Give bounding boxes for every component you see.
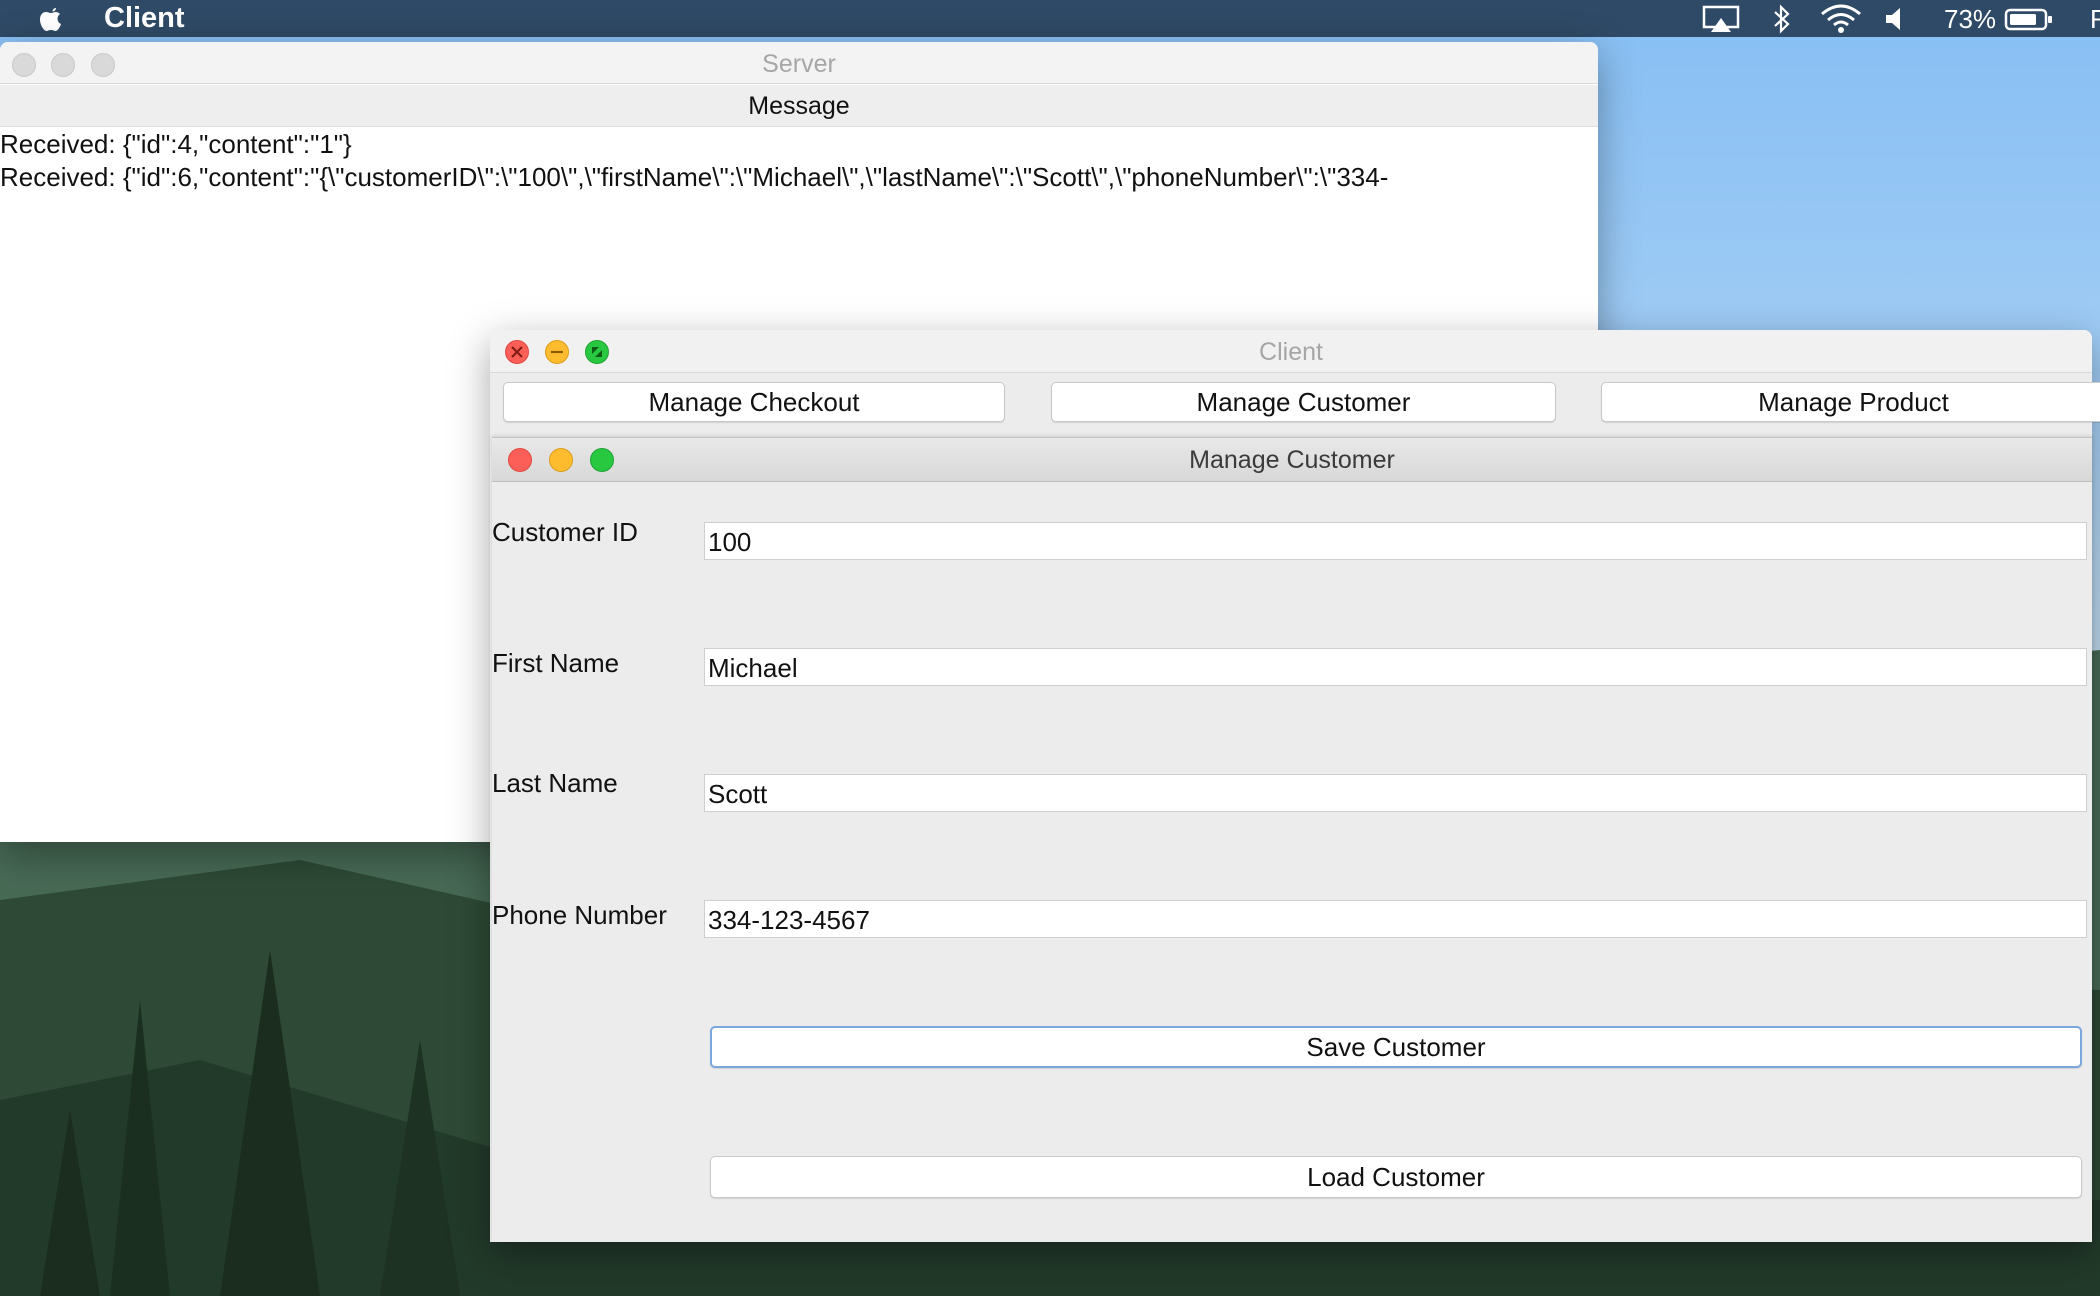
- close-button[interactable]: [505, 340, 529, 364]
- client-window: Client Manage Checkout Manage Customer M…: [490, 330, 2100, 1242]
- close-button[interactable]: [508, 448, 532, 472]
- minimize-button[interactable]: [545, 340, 569, 364]
- log-line: Received: {"id":6,"content":"{\"customer…: [0, 162, 1389, 192]
- phone-number-input[interactable]: [704, 900, 2087, 938]
- wifi-icon[interactable]: [1820, 4, 1862, 34]
- active-app-name[interactable]: Client: [104, 2, 185, 35]
- minimize-button[interactable]: [549, 448, 573, 472]
- volume-icon[interactable]: [1884, 4, 1908, 34]
- manage-customer-frame: Manage Customer Customer ID First Name L…: [492, 437, 2092, 1242]
- phone-number-label: Phone Number: [492, 900, 667, 930]
- zoom-button[interactable]: [91, 53, 115, 77]
- zoom-button[interactable]: [585, 340, 609, 364]
- zoom-button[interactable]: [590, 448, 614, 472]
- menubar-clipped-item[interactable]: F: [2090, 4, 2100, 34]
- client-titlebar[interactable]: Client: [490, 330, 2092, 373]
- manage-customer-title: Manage Customer: [1189, 446, 1395, 474]
- close-button[interactable]: [12, 53, 36, 77]
- message-log[interactable]: Received: {"id":4,"content":"1"} Receive…: [0, 128, 1598, 194]
- battery-icon[interactable]: [2004, 4, 2054, 34]
- last-name-label: Last Name: [492, 768, 618, 798]
- airplay-icon[interactable]: [1702, 4, 1740, 34]
- bluetooth-icon[interactable]: [1772, 4, 1792, 34]
- close-icon: [511, 346, 523, 358]
- fullscreen-icon: [592, 347, 602, 357]
- minimize-icon: [551, 350, 563, 354]
- first-name-input[interactable]: [704, 648, 2087, 686]
- minimize-button[interactable]: [51, 53, 75, 77]
- save-customer-button[interactable]: Save Customer: [710, 1026, 2082, 1068]
- server-titlebar[interactable]: Server: [0, 42, 1598, 84]
- message-column-header: Message: [0, 85, 1598, 127]
- manage-product-button[interactable]: Manage Product: [1601, 382, 2100, 422]
- log-line: Received: {"id":4,"content":"1"}: [0, 129, 352, 159]
- server-window-title: Server: [762, 50, 836, 78]
- menu-bar: Client 73% F: [0, 0, 2100, 37]
- first-name-label: First Name: [492, 648, 620, 678]
- customer-id-input[interactable]: [704, 522, 2087, 560]
- last-name-input[interactable]: [704, 774, 2087, 812]
- customer-id-label: Customer ID: [492, 517, 638, 547]
- manage-checkout-button[interactable]: Manage Checkout: [503, 382, 1005, 422]
- battery-percentage[interactable]: 73%: [1944, 4, 1996, 34]
- manage-customer-titlebar[interactable]: Manage Customer: [492, 438, 2092, 482]
- client-window-title: Client: [1259, 338, 1323, 366]
- load-customer-button[interactable]: Load Customer: [710, 1156, 2082, 1198]
- manage-customer-button[interactable]: Manage Customer: [1051, 382, 1556, 422]
- apple-icon[interactable]: [36, 4, 66, 34]
